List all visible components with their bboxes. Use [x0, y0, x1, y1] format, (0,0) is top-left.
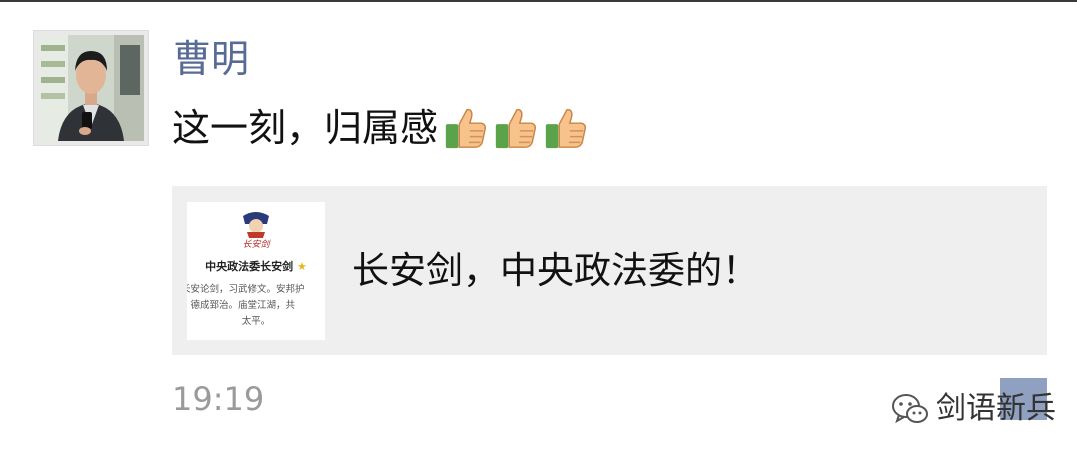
star-icon: ★ — [296, 260, 307, 273]
thumbnail-description: 长安论剑，习武修文。安邦护 ，德成郅治。庙堂江湖，共 太平。 — [187, 284, 305, 327]
changanjian-logo-icon: 长安剑 — [242, 212, 271, 250]
thumbs-up-icon — [495, 108, 537, 149]
emoji-group — [442, 105, 592, 151]
wechat-icon — [892, 394, 928, 424]
comment-text: 这一刻，归属感 — [172, 106, 439, 150]
thumbnail-account-name: 中央政法委长安剑 ★ — [205, 260, 307, 273]
sender-name[interactable]: 曹明 — [173, 34, 249, 84]
top-divider — [0, 0, 1077, 2]
watermark: 剑语新兵 — [890, 388, 1056, 430]
thumbs-up-icon — [445, 108, 487, 149]
post-timestamp: 19:19 — [172, 380, 265, 418]
avatar[interactable] — [33, 30, 149, 146]
shared-link-title: 长安剑，中央政法委的！ — [352, 249, 759, 292]
shared-link-thumbnail: 长安剑 中央政法委长安剑 ★ 长安论剑，习武修文。安邦护 ，德成郅治。庙堂江湖，… — [187, 202, 325, 340]
watermark-text: 剑语新兵 — [936, 391, 1056, 426]
svg-text:长安剑: 长安剑 — [242, 239, 271, 250]
shared-link-card[interactable]: 长安剑 中央政法委长安剑 ★ 长安论剑，习武修文。安邦护 ，德成郅治。庙堂江湖，… — [172, 186, 1047, 355]
thumbs-up-icon — [545, 108, 587, 149]
moment-text: 这一刻，归属感 — [172, 100, 592, 156]
avatar-photo — [38, 35, 144, 141]
